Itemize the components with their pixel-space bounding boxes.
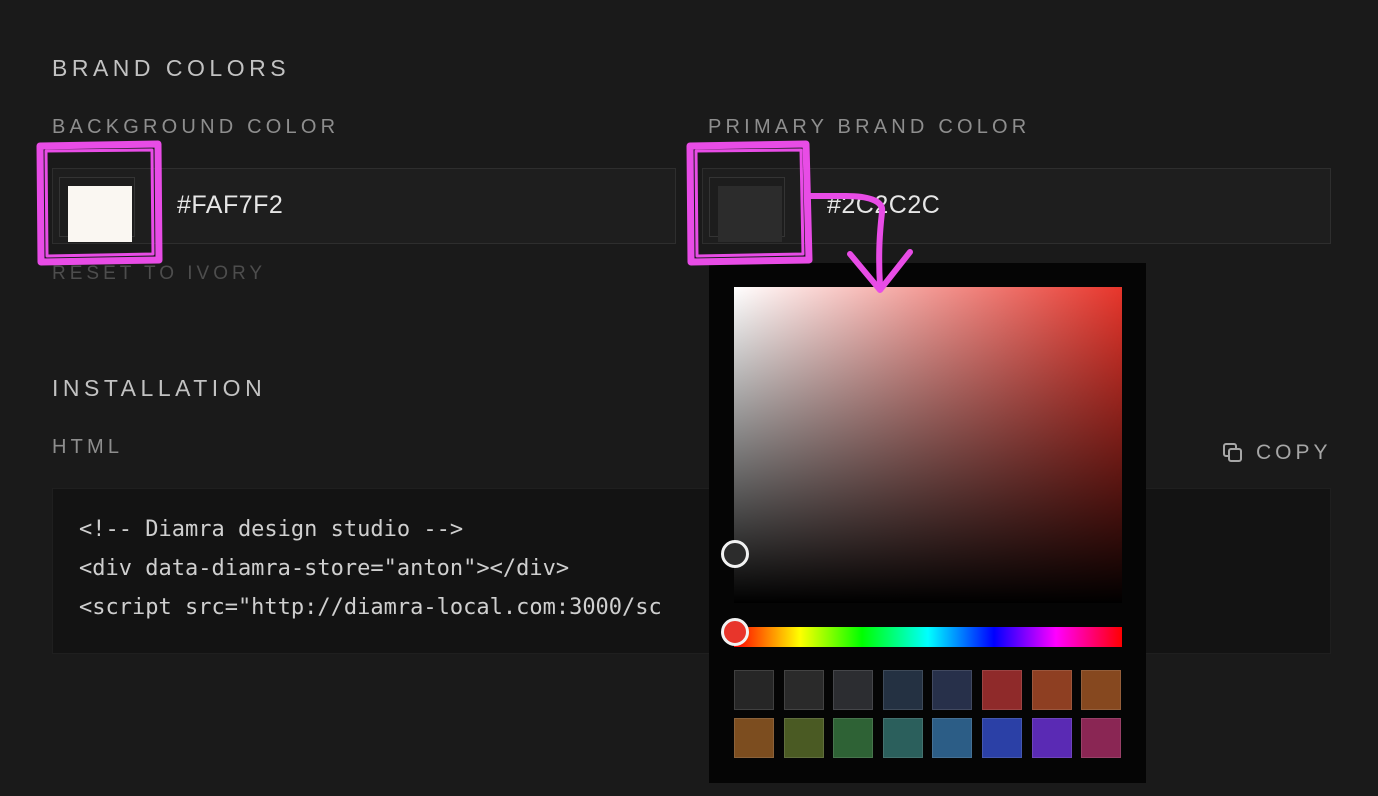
preset-swatch[interactable] [833,718,874,758]
primary-brand-color-label: PRIMARY BRAND COLOR [708,116,1031,138]
code-line: <!-- Diamra design studio --> [79,517,464,542]
code-line: <script src="http://diamra-local.com:300… [79,595,662,620]
preset-swatch[interactable] [882,718,923,758]
primary-color-swatch [718,186,782,242]
preset-swatch[interactable] [981,670,1022,710]
preset-swatch[interactable] [932,718,973,758]
color-picker-popover [709,263,1146,783]
preset-swatch[interactable] [734,670,774,710]
saturation-brightness-area[interactable] [721,287,1122,603]
preset-swatch[interactable] [833,670,874,710]
background-color-swatch [68,186,132,242]
primary-brand-color-field: #2C2C2C [702,168,1331,244]
preset-swatch[interactable] [932,670,973,710]
background-color-hex-input[interactable]: #FAF7F2 [177,191,283,220]
preset-swatch[interactable] [1031,670,1072,710]
preset-swatch[interactable] [783,670,824,710]
primary-color-hex-input[interactable]: #2C2C2C [827,191,940,220]
preset-swatch[interactable] [783,718,824,758]
preset-swatch[interactable] [1081,670,1122,710]
hue-slider[interactable] [721,618,1122,647]
background-color-label: BACKGROUND COLOR [52,116,340,138]
copy-icon [1223,443,1242,462]
code-line: <div data-diamra-store="anton"></div> [79,556,570,581]
html-code-label: HTML [52,436,124,458]
reset-to-ivory-link[interactable]: RESET TO IVORY [52,263,266,285]
preset-swatch[interactable] [1031,718,1072,758]
hue-slider-handle[interactable] [721,618,749,646]
saturation-handle[interactable] [721,540,749,568]
installation-heading: INSTALLATION [52,375,267,401]
background-color-swatch-button[interactable] [59,177,135,242]
copy-button[interactable]: COPY [1222,438,1332,468]
preset-swatch[interactable] [981,718,1022,758]
preset-swatches [734,670,1122,758]
preset-swatch[interactable] [1081,718,1122,758]
preset-swatch[interactable] [734,718,774,758]
preset-swatch[interactable] [882,670,923,710]
primary-color-swatch-button[interactable] [709,177,785,242]
brand-colors-heading: BRAND COLORS [52,55,291,81]
background-color-field: #FAF7F2 [52,168,676,244]
copy-label: COPY [1256,441,1332,464]
